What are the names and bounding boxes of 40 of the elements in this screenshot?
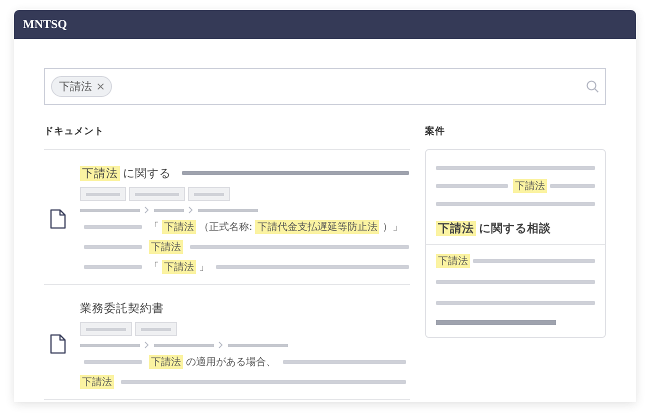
placeholder-bar: [84, 264, 142, 268]
placeholder-bar: [84, 224, 142, 228]
chip-label: 下請法: [59, 79, 92, 94]
snippet-text: ）」: [382, 220, 402, 234]
window-title: MNTSQ: [23, 17, 68, 32]
placeholder-tag: [129, 187, 185, 201]
section-heading: ドキュメント: [44, 125, 410, 150]
highlighted-term: 下請法: [80, 374, 114, 388]
placeholder-tag: [188, 187, 230, 201]
highlighted-term: 下請法: [149, 240, 183, 254]
highlighted-term: 下請法: [162, 260, 196, 274]
snippet-text: 「: [149, 220, 159, 234]
snippet-text: に関する相談: [479, 220, 551, 236]
highlighted-term: 下請代金支払遅延等防止法: [255, 220, 380, 234]
placeholder-tag: [135, 322, 177, 336]
highlighted-term: 下請法: [436, 254, 470, 268]
snippet-text: の適用がある場合、: [186, 356, 276, 368]
highlighted-term: 下請法: [80, 166, 120, 180]
snippet-text: 「: [149, 260, 159, 274]
highlighted-term: 下請法: [149, 354, 183, 368]
snippet-text: に関する: [123, 166, 171, 180]
snippet-text: 業務委託契約書: [80, 300, 164, 316]
case-card[interactable]: 下請法 下請法 に関する相談 下請法: [425, 149, 606, 338]
placeholder-bar: [84, 244, 142, 248]
search-field[interactable]: 下請法 ×: [44, 68, 606, 105]
snippet-text: 」: [199, 260, 209, 274]
placeholder-bar: [436, 184, 508, 188]
placeholder-tag: [80, 322, 132, 336]
highlighted-term: 下請法: [162, 220, 196, 234]
search-icon[interactable]: [586, 80, 599, 93]
placeholder-bar: [84, 360, 142, 364]
highlighted-term: 下請法: [513, 178, 547, 192]
document-icon: [50, 334, 66, 354]
document-icon: [50, 209, 66, 229]
section-heading: 案件: [425, 125, 446, 139]
placeholder-tag: [80, 187, 126, 201]
snippet-text: （正式名称:: [199, 220, 252, 234]
remove-button[interactable]: ×: [96, 80, 106, 93]
placeholder-bar: [550, 184, 595, 188]
highlighted-term: 下請法: [436, 220, 476, 236]
